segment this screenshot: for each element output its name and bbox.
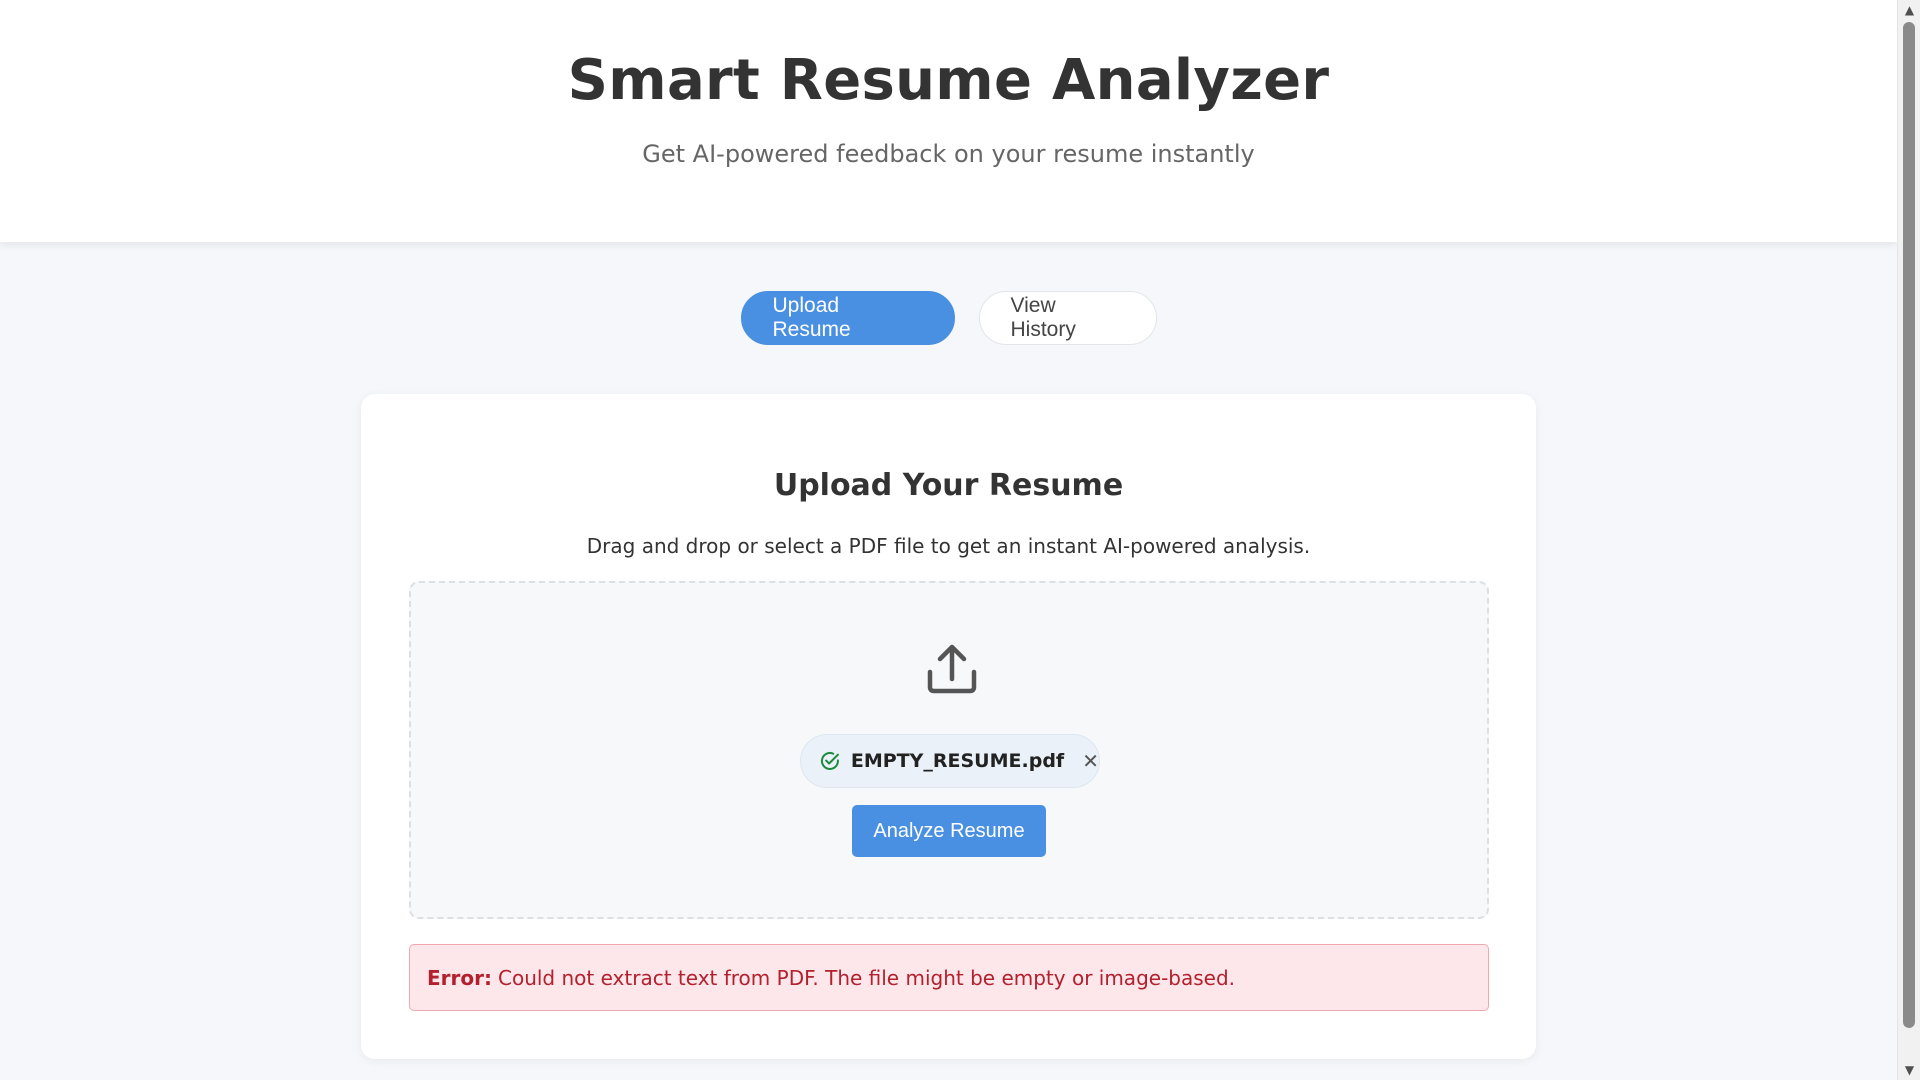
app-viewport: Smart Resume Analyzer Get AI-powered fee… [0, 0, 1897, 1080]
upload-icon [927, 644, 977, 694]
error-alert: Error: Could not extract text from PDF. … [409, 944, 1489, 1011]
scroll-up-arrow-icon[interactable]: ▲ [1898, 0, 1920, 20]
tab-view-history[interactable]: View History [978, 291, 1157, 345]
selected-file-chip: EMPTY_RESUME.pdf ✕ [800, 734, 1100, 788]
tab-bar: Upload Resume View History [0, 291, 1897, 346]
vertical-scrollbar[interactable]: ▲ ▼ [1897, 0, 1920, 1080]
file-dropzone[interactable]: EMPTY_RESUME.pdf ✕ Analyze Resume [409, 581, 1489, 919]
error-label: Error: [427, 965, 492, 990]
selected-file-name: EMPTY_RESUME.pdf [850, 750, 1065, 772]
check-circle-icon [820, 752, 839, 770]
upload-card-title: Upload Your Resume [773, 468, 1124, 503]
scrollbar-thumb[interactable] [1903, 22, 1915, 1028]
analyze-resume-button[interactable]: Analyze Resume [852, 805, 1046, 857]
page-title: Smart Resume Analyzer [567, 48, 1330, 113]
page-header: Smart Resume Analyzer Get AI-powered fee… [0, 0, 1897, 242]
upload-card: Upload Your Resume Drag and drop or sele… [361, 394, 1536, 1059]
page: Smart Resume Analyzer Get AI-powered fee… [0, 0, 1920, 1080]
page-subtitle: Get AI-powered feedback on your resume i… [642, 140, 1255, 168]
error-message: Could not extract text from PDF. The fil… [498, 965, 1236, 990]
remove-file-icon[interactable]: ✕ [1082, 749, 1099, 773]
tab-upload-resume[interactable]: Upload Resume [740, 291, 955, 345]
scroll-down-arrow-icon[interactable]: ▼ [1898, 1060, 1920, 1080]
upload-card-description: Drag and drop or select a PDF file to ge… [586, 534, 1311, 558]
